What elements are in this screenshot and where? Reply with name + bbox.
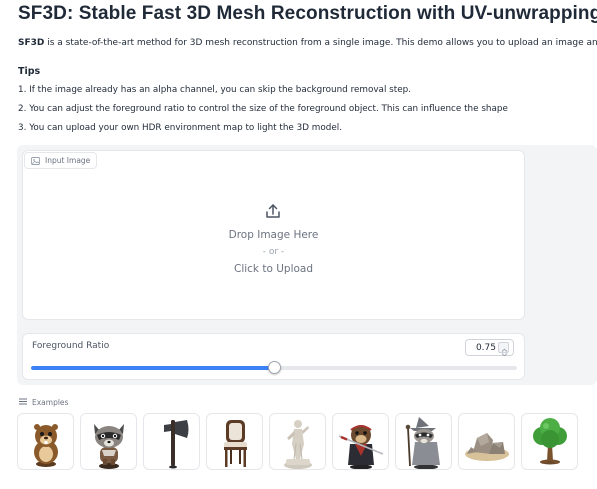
example-chair[interactable] bbox=[206, 413, 263, 470]
slider-fill bbox=[31, 366, 274, 370]
list-icon bbox=[19, 398, 27, 407]
slider-thumb[interactable] bbox=[267, 361, 281, 374]
image-icon bbox=[31, 156, 40, 165]
examples-heading-text: Examples bbox=[32, 398, 69, 407]
tip-item-2: 2. You can adjust the foreground ratio t… bbox=[18, 104, 508, 114]
or-separator: - or - bbox=[262, 247, 285, 257]
axe-thumbnail-icon bbox=[164, 420, 189, 469]
number-spinner-icon[interactable] bbox=[498, 342, 509, 357]
beaver-thumbnail-icon bbox=[34, 424, 58, 467]
intro-text: SF3D is a state-of-the-art method for 3D… bbox=[18, 38, 597, 48]
chair-thumbnail-icon bbox=[224, 420, 247, 467]
example-statue[interactable] bbox=[269, 413, 326, 470]
input-image-label-text: Input Image bbox=[45, 156, 91, 165]
example-raccoon[interactable] bbox=[80, 413, 137, 470]
upload-icon[interactable] bbox=[264, 202, 282, 224]
examples-heading: Examples bbox=[19, 398, 68, 407]
intro-bold: SF3D bbox=[18, 38, 45, 48]
drop-image-text[interactable]: Drop Image Here bbox=[0, 229, 547, 241]
example-beaver[interactable] bbox=[17, 413, 74, 470]
click-to-upload-text[interactable]: Click to Upload bbox=[0, 263, 547, 275]
raccoon-wizard-thumbnail-icon bbox=[405, 417, 440, 469]
rocks-thumbnail-icon bbox=[465, 433, 509, 461]
tip-item-1: 1. If the image already has an alpha cha… bbox=[18, 85, 412, 95]
raccoon-thumbnail-icon bbox=[94, 424, 124, 469]
example-rocks[interactable] bbox=[458, 413, 515, 470]
otter-samurai-thumbnail-icon bbox=[338, 425, 384, 469]
example-otter-samurai[interactable] bbox=[332, 413, 389, 470]
tips-heading: Tips bbox=[18, 66, 41, 77]
page: SF3D: Stable Fast 3D Mesh Reconstruction… bbox=[0, 0, 597, 489]
example-tree[interactable] bbox=[521, 413, 578, 470]
page-title: SF3D: Stable Fast 3D Mesh Reconstruction… bbox=[18, 3, 597, 24]
statue-thumbnail-icon bbox=[284, 420, 312, 469]
tip-item-3: 3. You can upload your own HDR environme… bbox=[18, 123, 342, 133]
example-axe[interactable] bbox=[143, 413, 200, 470]
example-raccoon-wizard[interactable] bbox=[395, 413, 452, 470]
foreground-ratio-label: Foreground Ratio bbox=[32, 341, 110, 351]
intro-body: is a state-of-the-art method for 3D mesh… bbox=[47, 38, 597, 48]
tree-thumbnail-icon bbox=[533, 418, 567, 465]
input-image-label: Input Image bbox=[24, 152, 98, 169]
